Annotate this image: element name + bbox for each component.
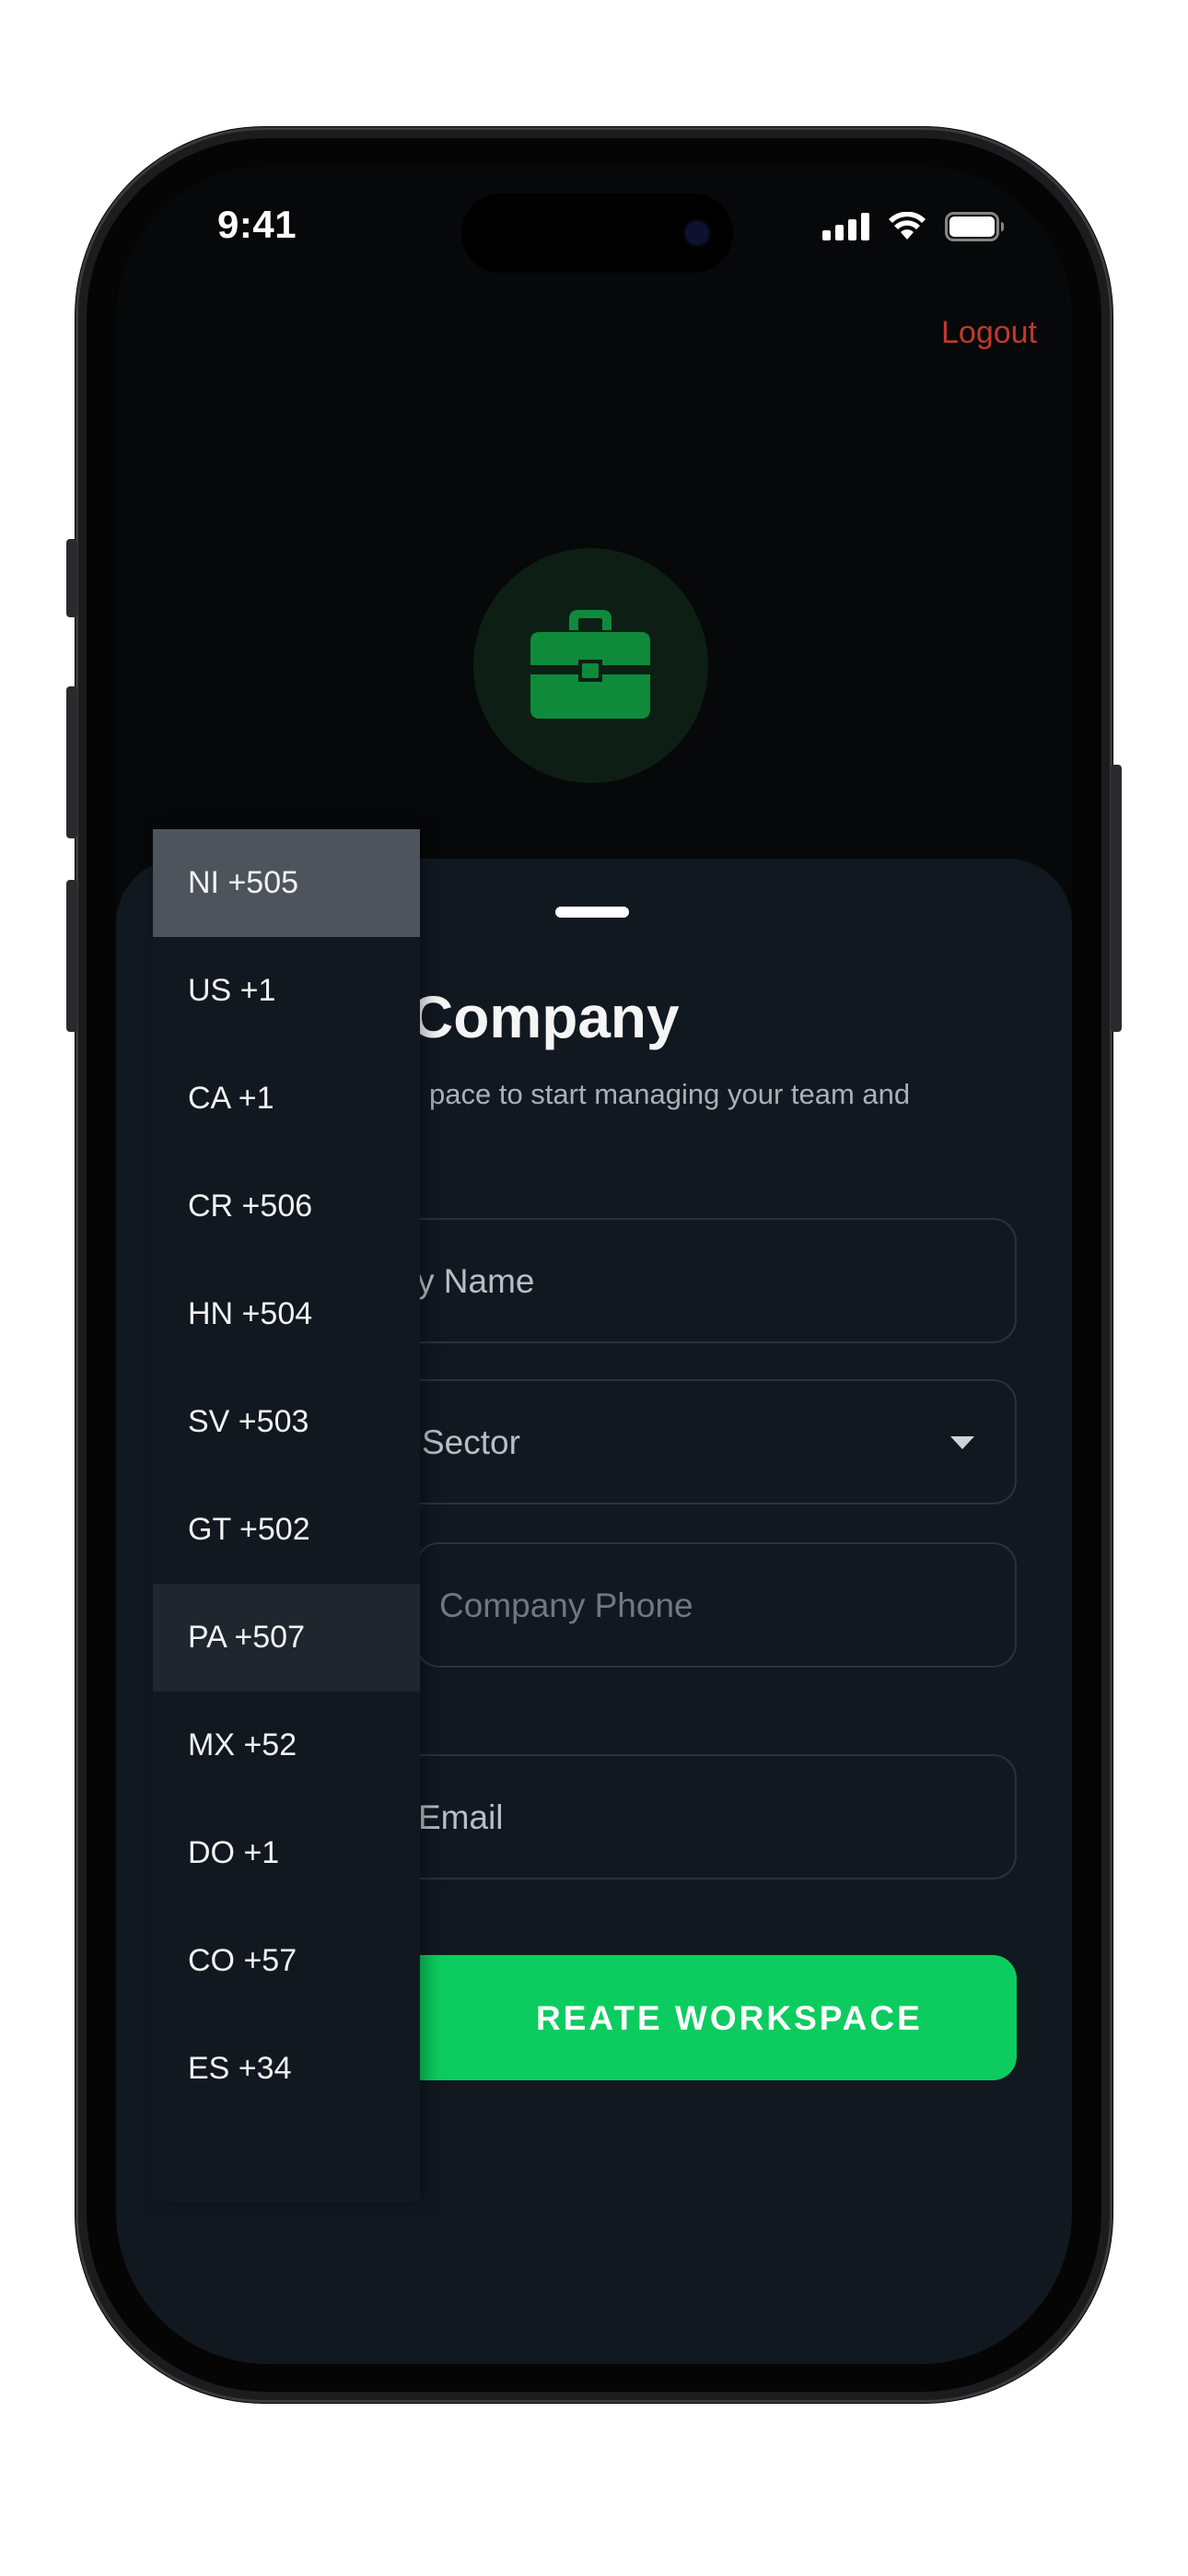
app-screen: 9:41 Logout Company pace to start managi… [116,166,1072,2364]
email-label: Email [418,1798,504,1836]
battery-icon [945,212,1004,241]
briefcase-icon [530,610,650,719]
country-option[interactable]: ES +34 [153,2015,420,2123]
country-option[interactable]: GT +502 [153,1476,420,1584]
sheet-title: Company [411,984,680,1050]
wifi-icon [889,212,926,240]
sheet-drag-handle[interactable] [555,907,629,918]
dynamic-island [461,193,733,273]
country-option[interactable]: CA +1 [153,1045,420,1153]
country-option[interactable]: MX +52 [153,1692,420,1799]
country-option[interactable]: PA +507 [153,1584,420,1692]
country-option[interactable]: SV +503 [153,1368,420,1476]
country-code-dropdown[interactable]: NI +505 US +1 CA +1 CR +506 HN +504 SV +… [153,829,420,2202]
country-option[interactable]: CR +506 [153,1153,420,1260]
company-name-label: y Name [417,1262,535,1300]
camera-icon [685,221,709,245]
sheet-subtitle: pace to start managing your team and [429,1078,911,1110]
country-option[interactable]: US +1 [153,937,420,1045]
logout-link[interactable]: Logout [941,315,1037,351]
power-button [1111,765,1122,1032]
country-option[interactable]: NI +505 [153,829,420,937]
status-time: 9:41 [217,203,297,246]
signal-icon [822,213,869,240]
sector-label: Sector [422,1423,520,1461]
volume-down-button [66,880,77,1032]
chevron-down-icon [950,1436,974,1449]
create-workspace-label: REATE WORKSPACE [536,1999,923,2037]
status-icons [822,210,1006,243]
company-phone-input[interactable]: Company Phone [415,1542,1017,1668]
country-option[interactable]: CO +57 [153,1907,420,2015]
volume-up-button [66,686,77,838]
action-button [66,539,77,617]
country-option[interactable]: HN +504 [153,1260,420,1368]
country-option[interactable]: DO +1 [153,1799,420,1907]
company-phone-placeholder: Company Phone [439,1587,693,1624]
